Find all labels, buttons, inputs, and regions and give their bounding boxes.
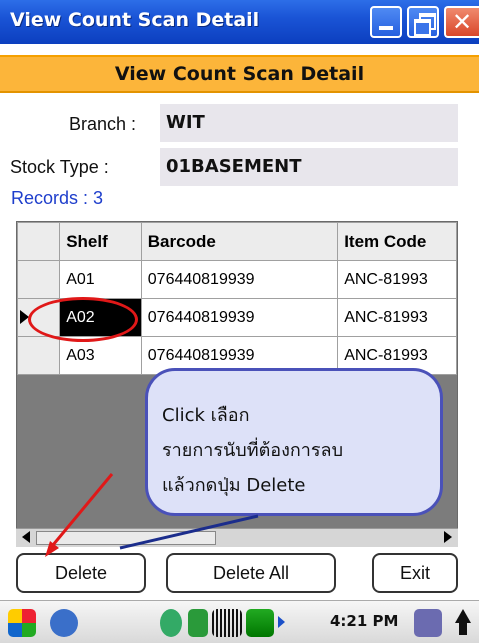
start-flag-icon[interactable] [8,609,36,637]
arrow-up-stem [459,623,467,635]
clock[interactable]: 4:21 PM [330,612,398,630]
taskbar: 4:21 PM [0,600,479,643]
network-icon[interactable] [160,609,182,637]
keyboard-icon[interactable] [414,609,442,637]
red-arrowhead-icon [45,541,59,557]
barcode-scanner-icon[interactable] [212,609,242,637]
annotation-arrows [45,473,259,557]
connectivity-icon[interactable] [188,609,208,637]
tray-expand-icon[interactable] [278,616,285,628]
red-pointer-arrow [51,473,114,546]
signal-strength-icon[interactable] [246,609,274,637]
blue-pointer-line [119,514,259,550]
arrow-up-icon[interactable] [455,609,471,623]
sync-icon[interactable] [50,609,78,637]
